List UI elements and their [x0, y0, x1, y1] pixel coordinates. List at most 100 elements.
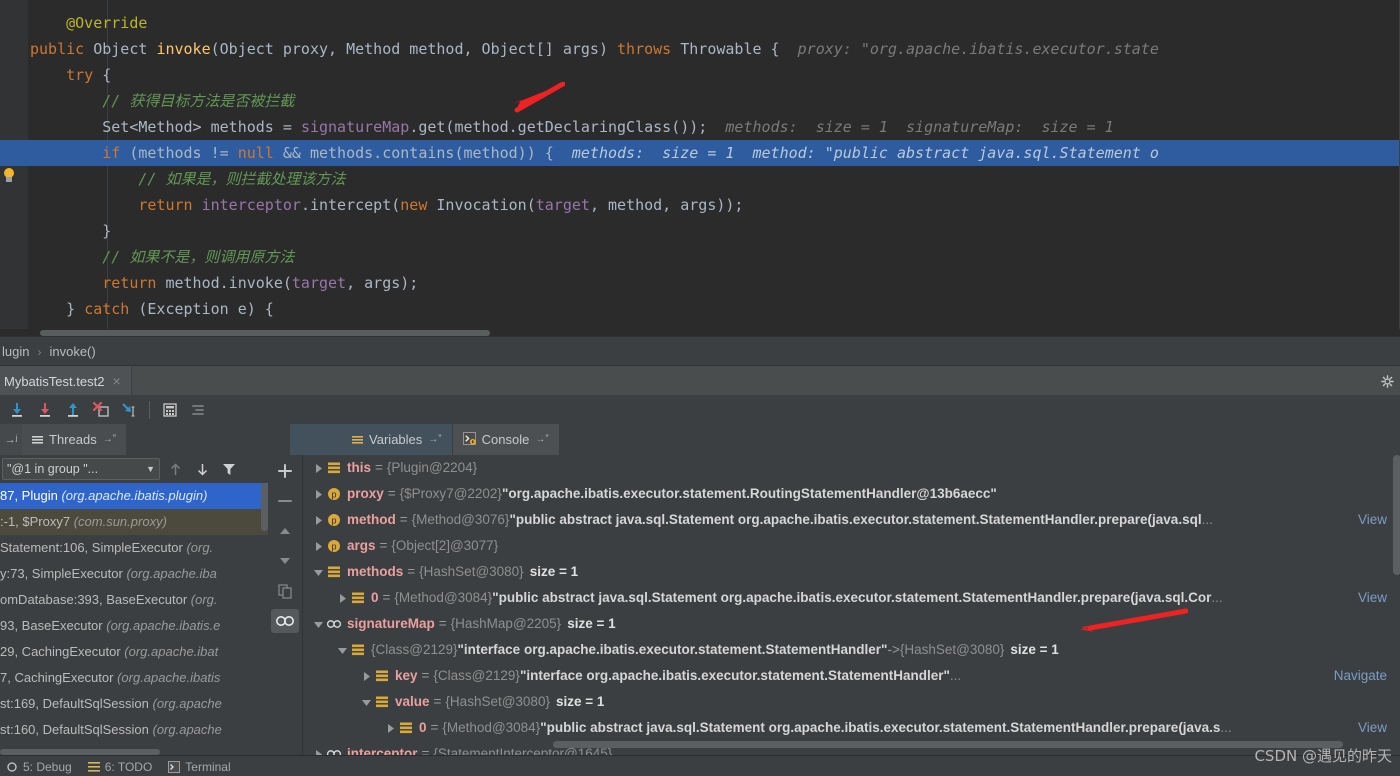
- copy-value-button[interactable]: [271, 579, 299, 603]
- restore-layout-icon[interactable]: →ʲ: [0, 424, 22, 455]
- add-watch-button[interactable]: [271, 459, 299, 483]
- code-line[interactable]: return interceptor.intercept(new Invocat…: [0, 192, 1400, 218]
- frame-row[interactable]: y:73, SimpleExecutor (org.apache.iba: [0, 561, 268, 587]
- remove-watch-button[interactable]: [271, 489, 299, 513]
- variable-row[interactable]: value = {HashSet@3080} size = 1: [303, 689, 1400, 715]
- frame-row[interactable]: :-1, $Proxy7 (com.sun.proxy): [0, 509, 268, 535]
- frames-horizontal-scrollbar[interactable]: [0, 748, 268, 755]
- variable-row[interactable]: this = {Plugin@2204}: [303, 455, 1400, 481]
- chevron-right-icon[interactable]: [311, 489, 326, 500]
- chevron-right-icon[interactable]: [311, 515, 326, 526]
- view-link[interactable]: View: [1354, 715, 1387, 741]
- chevron-down-icon[interactable]: [359, 697, 374, 708]
- variable-row[interactable]: methods = {HashSet@3080} size = 1: [303, 559, 1400, 585]
- variable-row[interactable]: p args = {Object[2]@3077}: [303, 533, 1400, 559]
- force-step-into-button[interactable]: [88, 397, 114, 422]
- intention-bulb-icon[interactable]: [2, 168, 16, 184]
- move-watch-down-button[interactable]: [271, 549, 299, 573]
- breadcrumb-item-class[interactable]: lugin: [0, 344, 31, 359]
- variables-vertical-scrollbar[interactable]: [1393, 455, 1400, 741]
- variables-hscroll-thumb[interactable]: [553, 741, 1343, 748]
- variable-row[interactable]: p proxy = {$Proxy7@2202} "org.apache.ibatis…: [303, 481, 1400, 507]
- view-link[interactable]: View: [1354, 507, 1387, 533]
- status-item-terminal-label: Terminal: [185, 759, 231, 774]
- code-line[interactable]: // 如果不是，则调用原方法: [0, 244, 1400, 270]
- pin-icon[interactable]: →ˮ: [535, 434, 548, 445]
- evaluate-expression-button[interactable]: [157, 397, 183, 422]
- frames-list[interactable]: 87, Plugin (org.apache.ibatis.plugin):-1…: [0, 483, 268, 755]
- frames-vertical-scrollbar[interactable]: [261, 483, 268, 741]
- code-line[interactable]: } catch (Exception e) {: [0, 296, 1400, 322]
- frame-row[interactable]: 93, BaseExecutor (org.apache.ibatis.e: [0, 613, 268, 639]
- breadcrumb[interactable]: lugin › invoke(): [0, 336, 1400, 366]
- navigate-link[interactable]: Navigate: [1330, 663, 1387, 689]
- code-line[interactable]: // 如果是，则拦截处理该方法: [0, 166, 1400, 192]
- step-into-button[interactable]: [32, 397, 58, 422]
- tab-variables[interactable]: Variables →ˮ: [342, 424, 453, 455]
- status-item-debug[interactable]: 5: Debug: [6, 760, 72, 774]
- status-item-todo[interactable]: 6: TODO: [87, 760, 152, 774]
- frame-row[interactable]: omDatabase:393, BaseExecutor (org.: [0, 587, 268, 613]
- frame-row[interactable]: st:169, DefaultSqlSession (org.apache: [0, 691, 268, 717]
- variable-name: args: [347, 538, 376, 553]
- frame-row[interactable]: 29, CachingExecutor (org.apache.ibat: [0, 639, 268, 665]
- variable-value: "public abstract java.sql.Statement org.…: [540, 720, 1221, 735]
- code-line[interactable]: Set<Method> methods = signatureMap.get(m…: [0, 114, 1400, 140]
- code-line[interactable]: @Override: [0, 10, 1400, 36]
- code-line[interactable]: // 获得目标方法是否被拦截: [0, 88, 1400, 114]
- code-line[interactable]: try {: [0, 62, 1400, 88]
- watch-icon: [326, 616, 342, 632]
- code-line[interactable]: if (methods != null && methods.contains(…: [0, 140, 1400, 166]
- editor-horizontal-scrollbar[interactable]: [0, 329, 1400, 336]
- code-line[interactable]: }: [0, 218, 1400, 244]
- breadcrumb-item-method[interactable]: invoke(): [47, 344, 97, 359]
- gear-icon[interactable]: [1374, 366, 1400, 396]
- variable-row[interactable]: signatureMap = {HashMap@2205} size = 1: [303, 611, 1400, 637]
- variable-row[interactable]: key = {Class@2129} "interface org.apache.i…: [303, 663, 1400, 689]
- frame-row[interactable]: 87, Plugin (org.apache.ibatis.plugin): [0, 483, 268, 509]
- code-line[interactable]: public Object invoke(Object proxy, Metho…: [0, 36, 1400, 62]
- status-item-terminal[interactable]: Terminal: [168, 759, 231, 774]
- chevron-right-icon[interactable]: [311, 463, 326, 474]
- code-content[interactable]: @Override public Object invoke(Object pro…: [0, 0, 1400, 336]
- step-over-button[interactable]: [4, 397, 30, 422]
- variables-horizontal-scrollbar[interactable]: [303, 741, 1393, 749]
- variables-vscroll-thumb[interactable]: [1393, 455, 1400, 575]
- variable-row[interactable]: {Class@2129} "interface org.apache.ibati…: [303, 637, 1400, 663]
- chevron-down-icon[interactable]: [311, 619, 326, 630]
- variable-row[interactable]: 0 = {Method@3084} "public abstract java.sq…: [303, 715, 1400, 741]
- pin-icon[interactable]: →ˮ: [428, 434, 441, 445]
- chevron-right-icon[interactable]: [359, 671, 374, 682]
- show-execution-point-button[interactable]: [185, 397, 211, 422]
- pin-icon[interactable]: →ˮ: [103, 434, 116, 445]
- chevron-down-icon[interactable]: [311, 567, 326, 578]
- variables-tree[interactable]: this = {Plugin@2204} p proxy = {$Proxy7@2202} …: [303, 455, 1400, 755]
- run-to-cursor-button[interactable]: [116, 397, 142, 422]
- frame-row[interactable]: 7, CachingExecutor (org.apache.ibatis: [0, 665, 268, 691]
- frame-row[interactable]: Statement:106, SimpleExecutor (org.: [0, 535, 268, 561]
- chevron-right-icon[interactable]: [335, 593, 350, 604]
- run-configuration-tab[interactable]: MybatisTest.test2 ×: [0, 366, 131, 396]
- chevron-right-icon[interactable]: [311, 541, 326, 552]
- tab-console[interactable]: Console →ˮ: [452, 424, 560, 455]
- frame-row[interactable]: st:160, DefaultSqlSession (org.apache: [0, 717, 268, 743]
- chevron-right-icon[interactable]: [383, 723, 398, 734]
- frames-up-button[interactable]: [163, 457, 187, 481]
- step-out-button[interactable]: [60, 397, 86, 422]
- thread-selector[interactable]: "@1 in group "... ▼: [2, 458, 160, 480]
- view-link[interactable]: View: [1354, 585, 1387, 611]
- variable-row[interactable]: p method = {Method@3076} "public abstract j…: [303, 507, 1400, 533]
- chevron-down-icon[interactable]: [335, 645, 350, 656]
- frames-filter-button[interactable]: [217, 457, 241, 481]
- frames-vscroll-thumb[interactable]: [261, 483, 268, 531]
- close-icon[interactable]: ×: [112, 374, 120, 388]
- inspect-button[interactable]: [271, 609, 299, 633]
- code-editor[interactable]: @Override public Object invoke(Object pro…: [0, 0, 1400, 336]
- move-watch-up-button[interactable]: [271, 519, 299, 543]
- variable-row[interactable]: 0 = {Method@3084} "public abstract java.sq…: [303, 585, 1400, 611]
- tab-threads[interactable]: Threads →ˮ: [22, 424, 128, 455]
- frames-down-button[interactable]: [190, 457, 214, 481]
- code-line[interactable]: return method.invoke(target, args);: [0, 270, 1400, 296]
- chevron-down-icon[interactable]: ▼: [146, 464, 155, 474]
- variables-panel[interactable]: this = {Plugin@2204} p proxy = {$Proxy7@2202} …: [302, 455, 1400, 755]
